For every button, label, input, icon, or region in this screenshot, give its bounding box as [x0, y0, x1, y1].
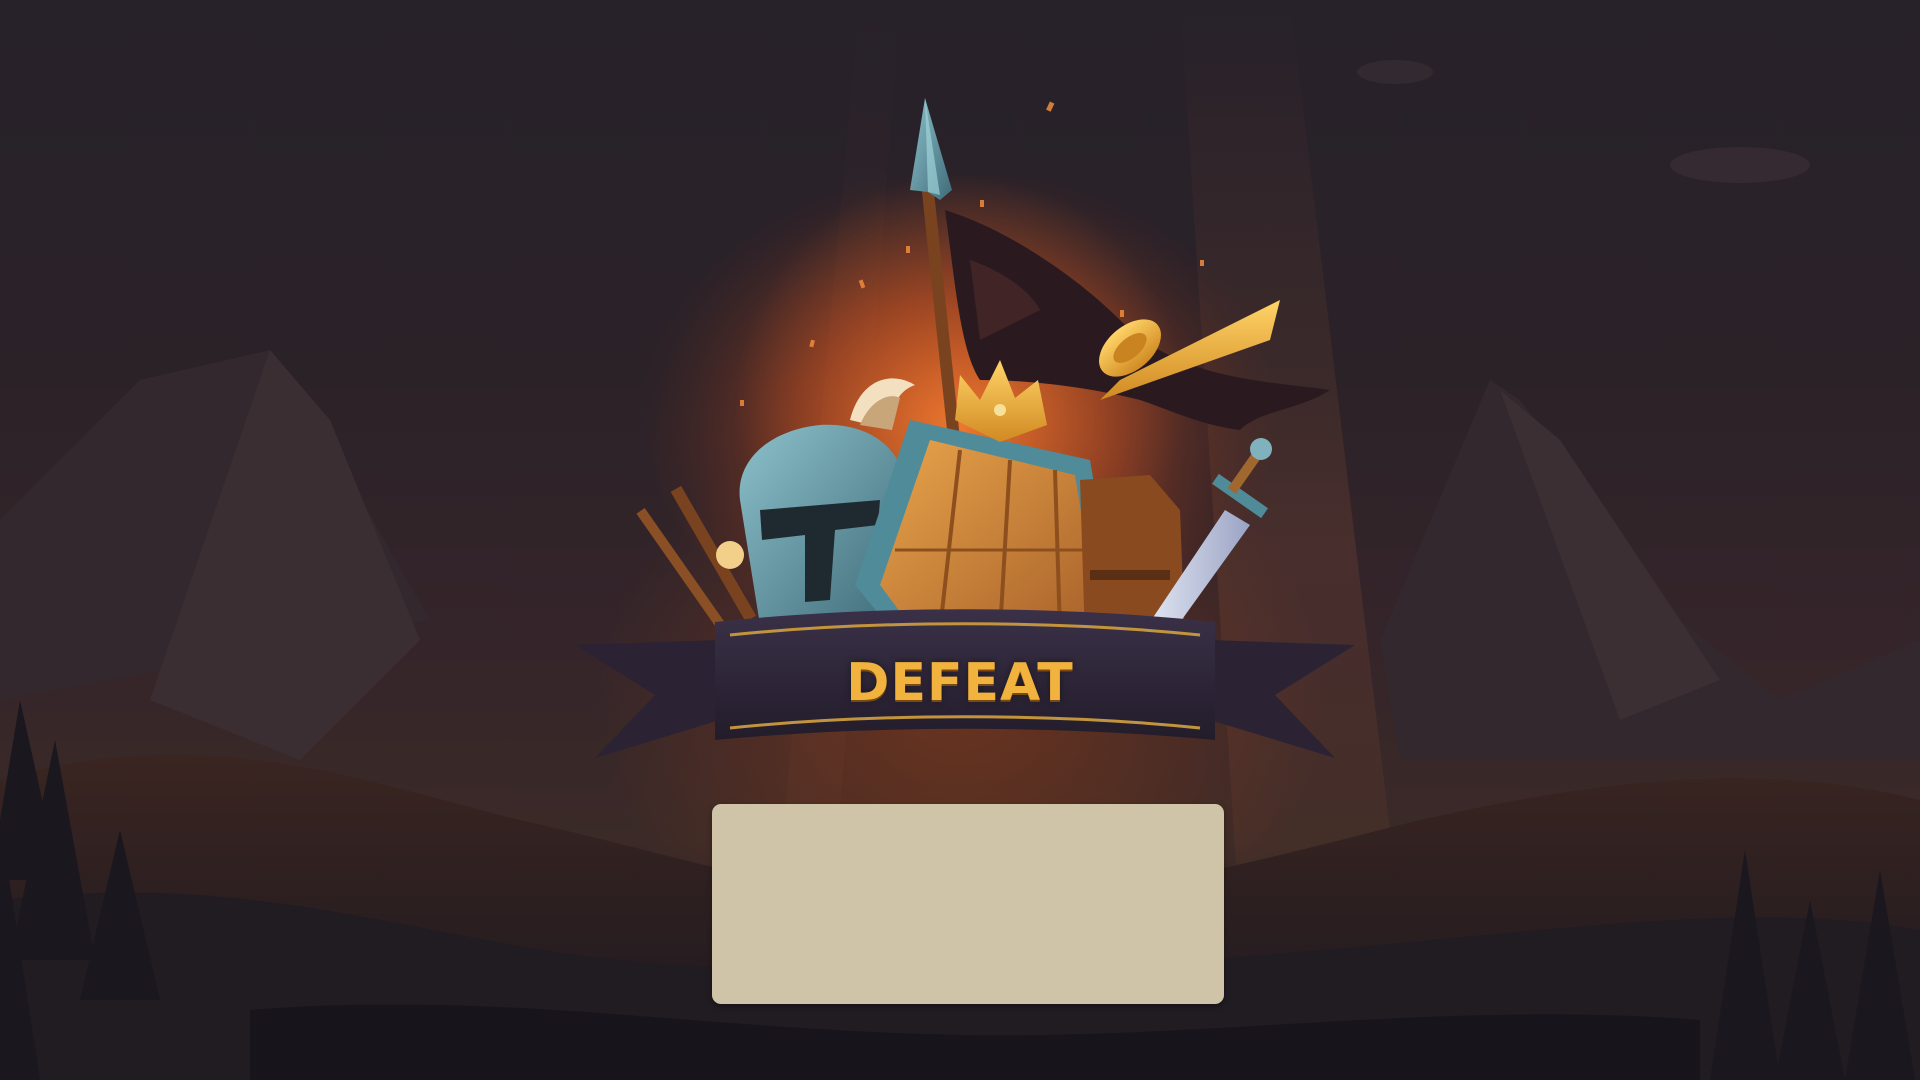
- defeat-emblem: [636, 98, 1330, 640]
- result-panel: [712, 804, 1224, 1004]
- defeat-title: DEFEAT: [846, 653, 1074, 713]
- defeat-screen: DEFEAT: [0, 0, 1920, 1080]
